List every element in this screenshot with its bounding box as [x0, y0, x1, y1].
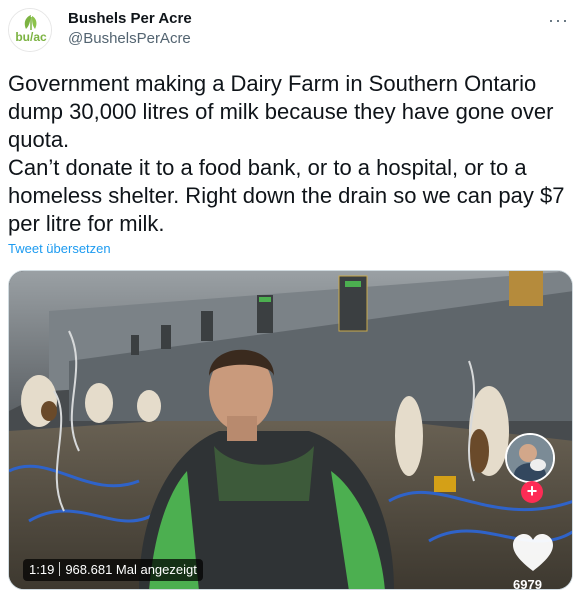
plus-icon[interactable]: +: [521, 481, 543, 503]
video-frame: [9, 271, 572, 589]
tweet-header: bu/ac Bushels Per Acre @BushelsPerAcre ·…: [8, 8, 575, 56]
video-duration: 1:19: [29, 562, 55, 577]
bushels-per-acre-logo: bu/ac: [9, 9, 51, 51]
creator-avatar[interactable]: [505, 433, 555, 483]
ellipsis-icon[interactable]: ···: [548, 10, 569, 31]
svg-text:bu/ac: bu/ac: [15, 30, 47, 44]
like-count: 6979: [513, 577, 542, 590]
translate-tweet-link[interactable]: Tweet übersetzen: [8, 241, 111, 256]
display-name[interactable]: Bushels Per Acre: [68, 10, 192, 27]
video-info-badge: 1:19 968.681 Mal angezeigt: [23, 559, 203, 581]
view-count: 968.681 Mal angezeigt: [65, 562, 197, 577]
heart-icon[interactable]: [512, 533, 554, 573]
video-player[interactable]: + 6979 1:19 968.681 Mal angezeigt: [8, 270, 573, 590]
avatar[interactable]: bu/ac: [8, 8, 52, 52]
divider: [59, 562, 61, 576]
tweet-text: Government making a Dairy Farm in Southe…: [8, 71, 565, 236]
creator-photo: [507, 435, 553, 481]
user-handle[interactable]: @BushelsPerAcre: [68, 30, 191, 47]
